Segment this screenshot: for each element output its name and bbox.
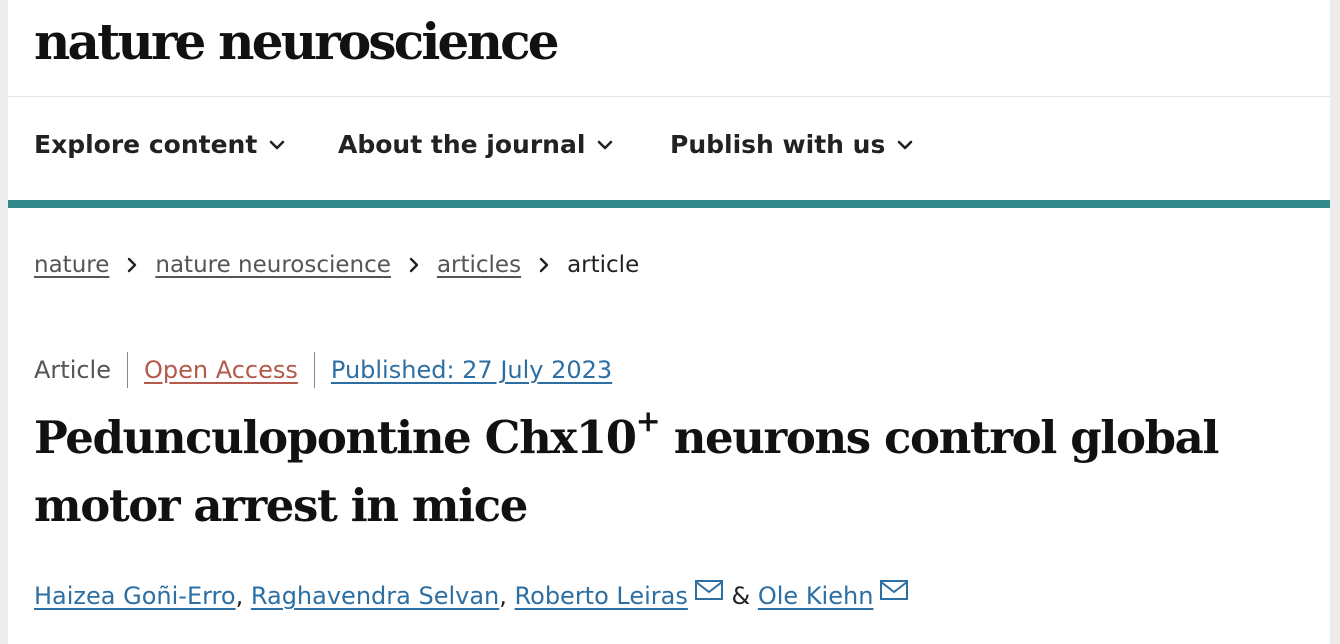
nav-about-journal[interactable]: About the journal [338, 130, 613, 159]
author-link[interactable]: Roberto Leiras [515, 582, 688, 610]
author-link[interactable]: Haizea Goñi-Erro [34, 582, 236, 610]
meta-divider [313, 352, 315, 388]
author-separator: , [235, 582, 251, 610]
title-superscript: + [635, 404, 661, 439]
author-list: Haizea Goñi-Erro, Raghavendra Selvan, Ro… [34, 579, 909, 610]
article-title: Pedunculopontine Chx10+ neurons control … [34, 404, 1324, 540]
chevron-down-icon [597, 140, 613, 150]
chevron-right-icon [539, 257, 549, 273]
author-separator: & [723, 582, 758, 610]
mail-icon[interactable] [879, 579, 909, 601]
author-link[interactable]: Ole Kiehn [758, 582, 874, 610]
page: nature neuroscience Explore content Abou… [8, 0, 1330, 644]
author-separator: , [499, 582, 515, 610]
breadcrumb: nature nature neuroscience articles arti… [34, 252, 639, 278]
accent-bar [8, 200, 1330, 208]
masthead: nature neuroscience [8, 0, 1330, 97]
chevron-right-icon [409, 257, 419, 273]
chevron-right-icon [127, 257, 137, 273]
breadcrumb-articles[interactable]: articles [437, 252, 521, 278]
main-nav: Explore content About the journal Publis… [8, 97, 1330, 200]
nav-label: Publish with us [670, 130, 886, 159]
title-main: Pedunculopontine Chx10 [34, 411, 637, 464]
nav-label: Explore content [34, 130, 258, 159]
article-type: Article [34, 356, 111, 384]
published-date-link[interactable]: Published: 27 July 2023 [331, 356, 612, 384]
meta-divider [127, 352, 128, 388]
mail-icon[interactable] [694, 579, 724, 601]
breadcrumb-nature-neuroscience[interactable]: nature neuroscience [155, 252, 391, 278]
chevron-down-icon [269, 140, 285, 150]
chevron-down-icon [897, 140, 913, 150]
nav-explore-content[interactable]: Explore content [34, 130, 285, 159]
author-link[interactable]: Raghavendra Selvan [251, 582, 499, 610]
open-access-link[interactable]: Open Access [144, 356, 298, 384]
article-meta: Article Open Access Published: 27 July 2… [34, 352, 612, 388]
breadcrumb-nature[interactable]: nature [34, 252, 109, 278]
journal-logo[interactable]: nature neuroscience [34, 10, 560, 74]
nav-label: About the journal [338, 130, 586, 159]
nav-publish-with-us[interactable]: Publish with us [670, 130, 913, 159]
breadcrumb-current: article [567, 252, 640, 278]
